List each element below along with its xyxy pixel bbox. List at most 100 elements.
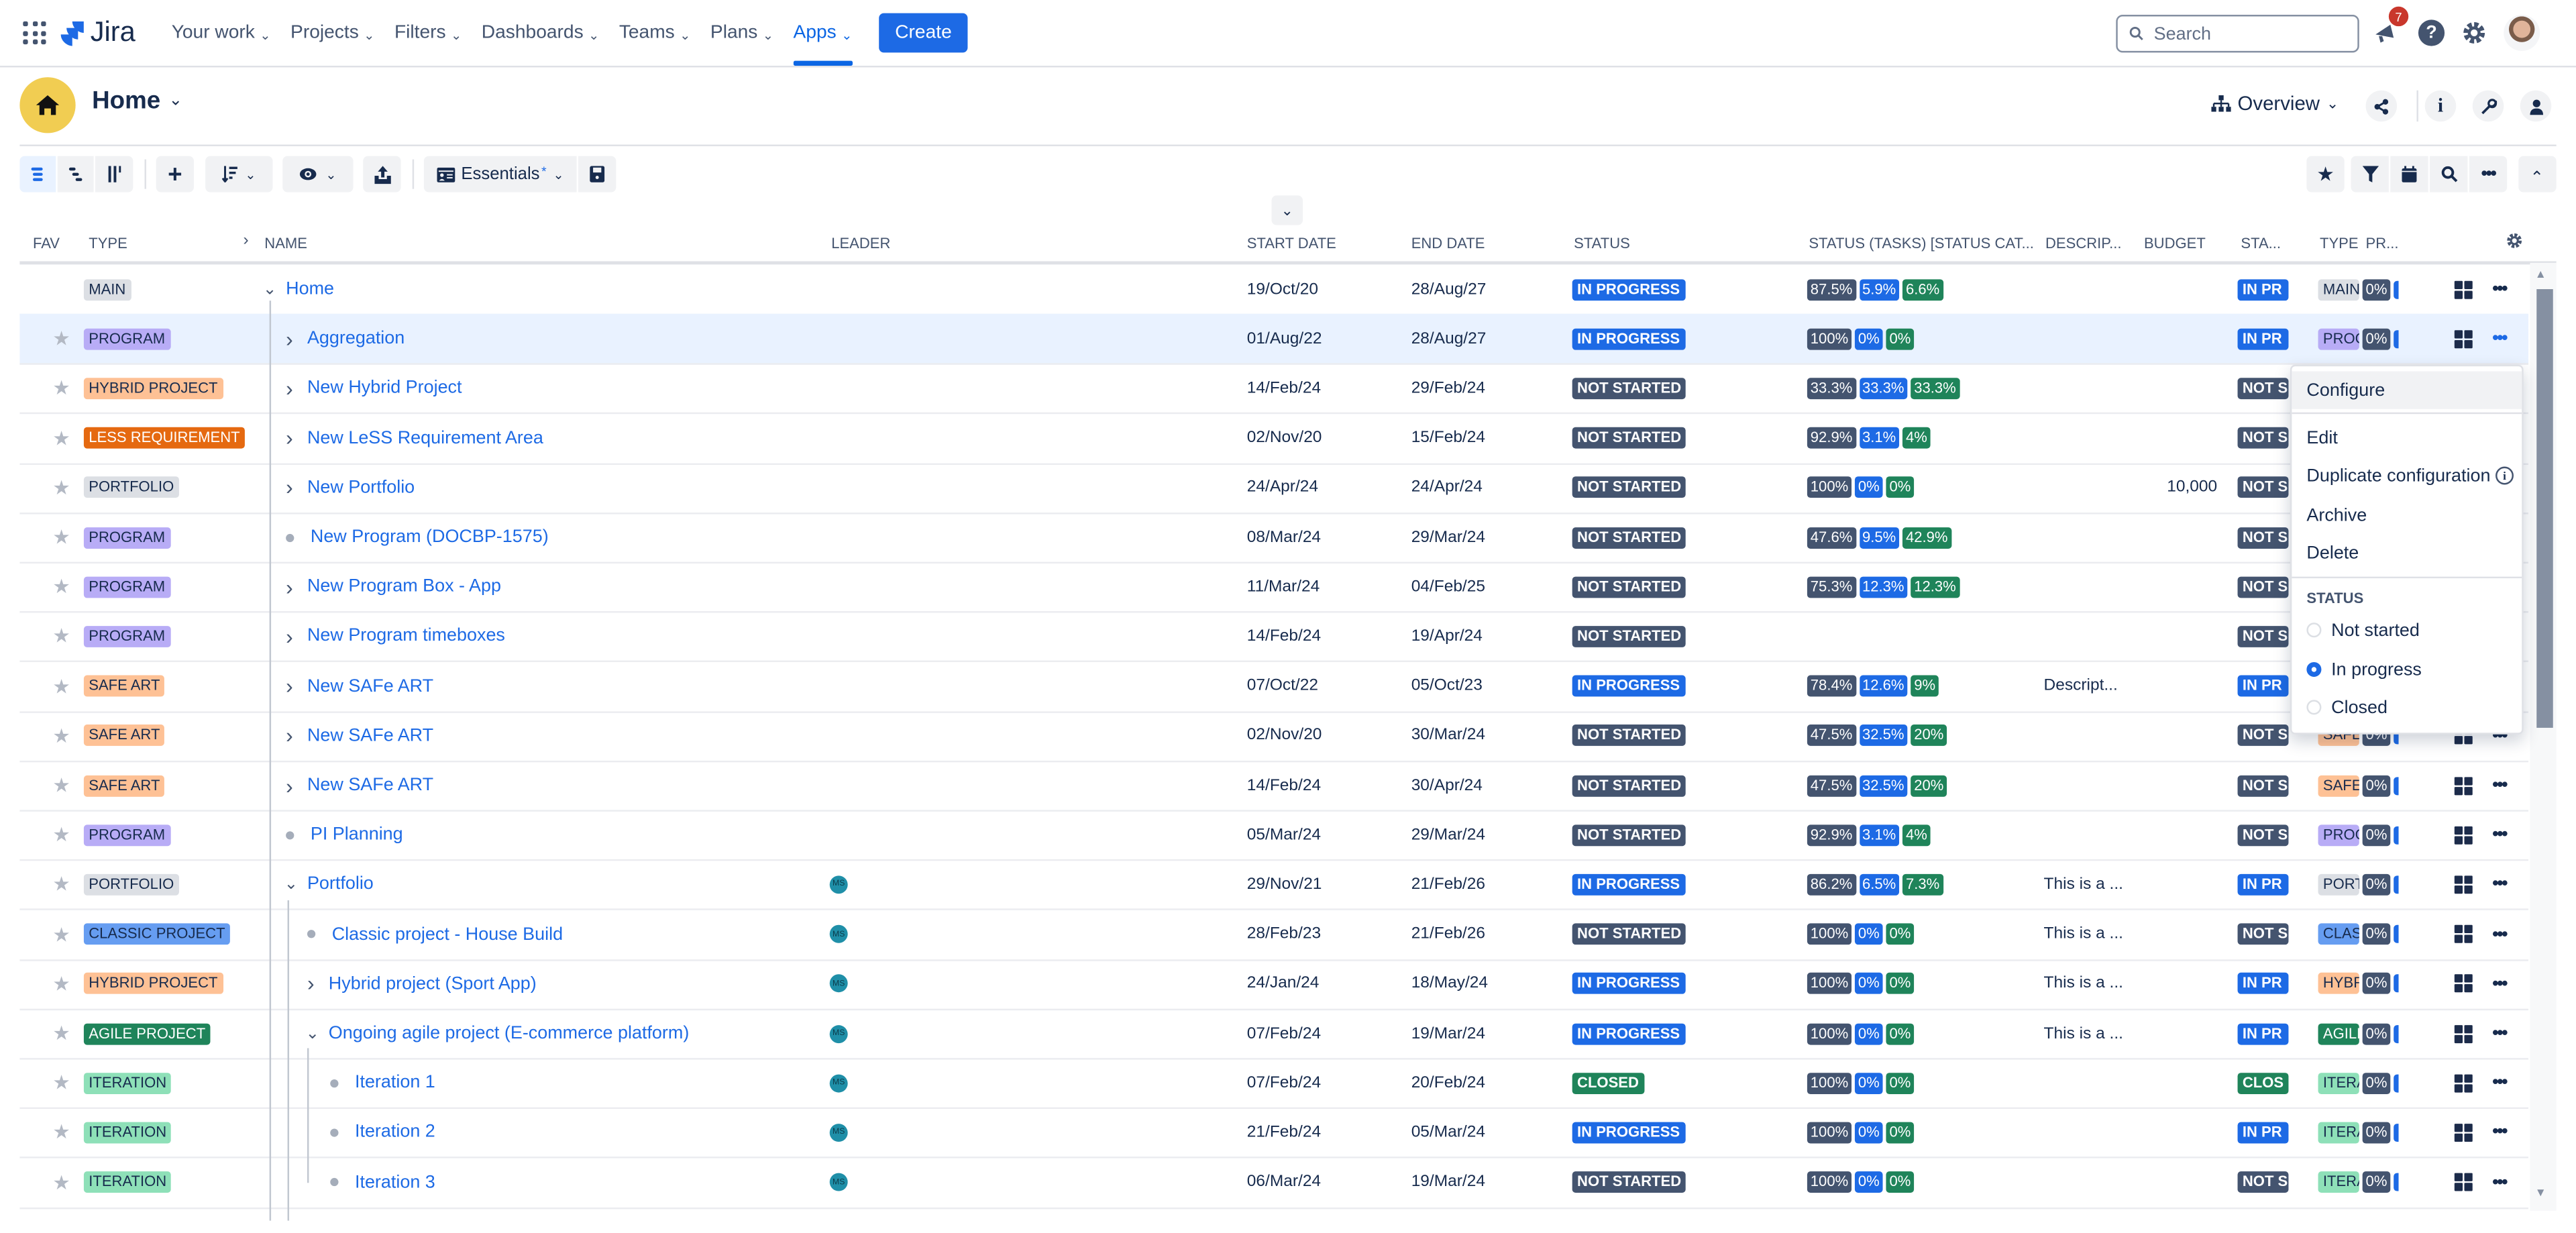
table-row[interactable]: ★ ITERATION Iteration 3 MS 06/Mar/24 19/Mar/2… (19, 1158, 2529, 1209)
board-icon[interactable] (2454, 1173, 2473, 1191)
expand-chevron-icon[interactable]: › (286, 364, 293, 413)
notifications-button[interactable]: 7 (2369, 6, 2409, 49)
item-name-link[interactable]: PI Planning (311, 810, 403, 859)
column-header-progress[interactable]: PR... (2366, 235, 2399, 251)
leader-avatar[interactable]: MS (829, 925, 848, 943)
sort-button[interactable]: ⌄ (205, 156, 273, 193)
favorite-star-icon[interactable]: ★ (52, 910, 70, 959)
favorite-star-icon[interactable]: ★ (52, 661, 70, 710)
favorite-star-icon[interactable]: ★ (52, 860, 70, 909)
column-header-name[interactable]: NAME (264, 235, 307, 251)
item-name-link[interactable]: New SAFe ART (307, 661, 433, 710)
export-button[interactable] (363, 156, 401, 193)
favorite-star-icon[interactable]: ★ (52, 761, 70, 810)
table-row[interactable]: ★ ITERATION Iteration 1 MS 07/Feb/24 20/Feb/2… (19, 1059, 2529, 1110)
leader-avatar[interactable]: MS (829, 1073, 848, 1092)
jira-logo[interactable]: Jira (60, 16, 136, 49)
board-icon[interactable] (2454, 329, 2473, 348)
radio-in-progress[interactable] (2306, 661, 2322, 677)
item-name-link[interactable]: Home (286, 264, 334, 313)
favorite-star-icon[interactable]: ★ (52, 463, 70, 512)
page-title[interactable]: Home ⌄ (92, 87, 182, 115)
scroll-up-arrow[interactable]: ▲ (2535, 270, 2546, 281)
column-header-status-short[interactable]: STA... (2241, 235, 2281, 251)
expand-chevron-icon[interactable]: › (286, 463, 293, 512)
save-view-button[interactable] (578, 156, 616, 193)
leader-avatar[interactable]: MS (829, 974, 848, 993)
row-actions-icon[interactable]: ••• (2492, 314, 2508, 363)
search-button[interactable] (2430, 156, 2468, 193)
board-icon[interactable] (2454, 974, 2473, 993)
column-header-status[interactable]: STATUS (1574, 235, 1630, 251)
board-icon[interactable] (2454, 826, 2473, 845)
column-header-type[interactable]: TYPE (89, 235, 127, 251)
share-button[interactable] (2365, 90, 2398, 122)
table-row[interactable]: ★ HYBRID PROJECT › Hybrid project (Sport Ap… (19, 959, 2529, 1010)
item-name-link[interactable]: New Program timeboxes (307, 612, 505, 661)
table-row[interactable]: ★ PORTFOLIO › New Portfolio 24/Apr/24 24/Apr/… (19, 463, 2529, 515)
item-name-link[interactable]: Portfolio (307, 860, 374, 909)
user-button[interactable] (2520, 90, 2552, 122)
nav-item-projects[interactable]: Projects ⌄ (280, 0, 384, 66)
expand-chevron-icon[interactable]: › (286, 413, 293, 462)
info-icon[interactable]: i (2496, 466, 2514, 485)
item-name-link[interactable]: Aggregation (307, 314, 405, 363)
expand-all-icon[interactable]: › (243, 231, 248, 250)
item-name-link[interactable]: Ongoing agile project (E-commerce platfo… (329, 1009, 690, 1058)
table-row[interactable]: ★ SAFE ART › New SAFe ART 02/Nov/20 30/Mar/24… (19, 711, 2529, 762)
favorite-star-icon[interactable]: ★ (52, 413, 70, 462)
row-actions-icon[interactable]: ••• (2492, 860, 2508, 909)
expand-chevron-icon[interactable]: › (307, 959, 315, 1008)
scroll-down-arrow[interactable]: ▼ (2535, 1188, 2546, 1199)
info-button[interactable]: i (2424, 90, 2457, 122)
user-avatar[interactable] (2504, 15, 2540, 51)
row-actions-icon[interactable]: ••• (2492, 1059, 2508, 1108)
board-icon[interactable] (2454, 1024, 2473, 1042)
table-row[interactable]: ★ PROGRAM › New Program Box - App 11/Mar/24 0… (19, 562, 2529, 613)
nav-item-teams[interactable]: Teams ⌄ (609, 0, 700, 66)
nav-item-plans[interactable]: Plans ⌄ (700, 0, 784, 66)
row-actions-icon[interactable]: ••• (2492, 1108, 2508, 1157)
favorite-star-icon[interactable]: ★ (52, 1108, 70, 1157)
row-actions-icon[interactable]: ••• (2492, 810, 2508, 859)
item-name-link[interactable]: Iteration 3 (355, 1158, 435, 1207)
favorite-star-icon[interactable]: ★ (52, 810, 70, 859)
indent-view-button[interactable] (57, 156, 94, 193)
favorite-star-icon[interactable]: ★ (52, 513, 70, 561)
more-options-button[interactable]: ••• (2469, 156, 2508, 193)
favorite-star-icon[interactable]: ★ (52, 562, 70, 611)
table-row[interactable]: ★ PROGRAM › New Program timeboxes 14/Feb/24 1… (19, 612, 2529, 663)
menu-item-duplicate-configuration[interactable]: Duplicate configuration i (2292, 457, 2522, 494)
overview-dropdown[interactable]: Overview ⌄ (2211, 92, 2339, 115)
item-name-link[interactable]: New SAFe ART (307, 761, 433, 810)
radio-closed[interactable] (2306, 700, 2322, 715)
menu-item-delete[interactable]: Delete (2292, 534, 2522, 572)
search-input[interactable]: Search (2116, 15, 2359, 53)
add-button[interactable]: + (156, 156, 194, 193)
table-row[interactable]: ★ ITERATION Iteration 2 MS 21/Feb/24 05/Mar/2… (19, 1108, 2529, 1159)
row-actions-icon[interactable]: ••• (2492, 761, 2508, 810)
leader-avatar[interactable]: MS (829, 875, 848, 894)
favorite-star-icon[interactable]: ★ (52, 314, 70, 363)
app-switcher-icon[interactable] (23, 21, 46, 45)
table-row[interactable]: ★ SAFE ART › New SAFe ART 07/Oct/22 05/Oct/23… (19, 661, 2529, 712)
board-icon[interactable] (2454, 1123, 2473, 1142)
help-icon[interactable]: ? (2418, 19, 2445, 46)
table-row[interactable]: ★ PROGRAM › Aggregation 01/Aug/22 28/Aug/27 IN… (19, 314, 2529, 366)
item-name-link[interactable]: New Portfolio (307, 463, 415, 512)
table-row[interactable]: ★ PORTFOLIO ⌄ Portfolio MS 29/Nov/21 21/Feb/26… (19, 860, 2529, 911)
table-row[interactable]: ★ SAFE ART › New SAFe ART 14/Feb/24 30/Apr/24… (19, 761, 2529, 812)
leader-avatar[interactable]: MS (829, 1173, 848, 1191)
item-name-link[interactable]: New Hybrid Project (307, 364, 462, 413)
favorite-star-icon[interactable]: ★ (52, 1158, 70, 1207)
expand-chevron-icon[interactable]: › (286, 661, 293, 710)
nav-item-filters[interactable]: Filters ⌄ (384, 0, 472, 66)
status-option-closed[interactable]: Closed (2292, 688, 2522, 726)
nav-item-your-work[interactable]: Your work ⌄ (162, 0, 280, 66)
nav-item-apps[interactable]: Apps ⌄ (784, 0, 862, 66)
collapse-chevron-icon[interactable]: ⌄ (284, 860, 299, 909)
item-name-link[interactable]: Classic project - House Build (332, 910, 563, 959)
expand-chevron-icon[interactable]: › (286, 761, 293, 810)
board-icon[interactable] (2454, 280, 2473, 299)
table-row[interactable]: ★ CLASSIC PROJECT Classic project - House … (19, 910, 2529, 961)
